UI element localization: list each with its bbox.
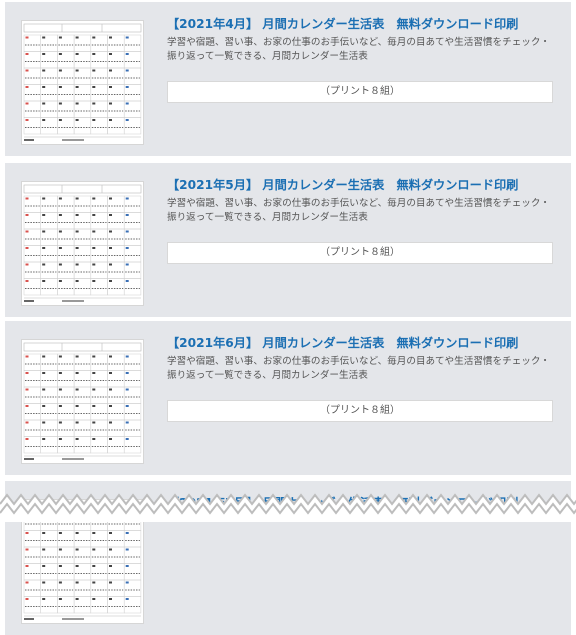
torn-edge-divider: [0, 493, 576, 522]
article-title-link[interactable]: 【2021年6月】 月間カレンダー生活表 無料ダウンロード印刷: [167, 335, 562, 351]
print-set-button[interactable]: （プリント８組）: [167, 400, 553, 422]
calendar-sheet-icon[interactable]: [21, 20, 144, 145]
calendar-sheet-icon[interactable]: [21, 339, 144, 464]
article-card[interactable]: 【2021年6月】 月間カレンダー生活表 無料ダウンロード印刷学習や宿題、習い事…: [5, 321, 571, 475]
article-description: 学習や宿題、習い事、お家の仕事のお手伝いなど、毎月の目あてや生活習慣をチェック・…: [167, 356, 550, 381]
print-set-button[interactable]: （プリント８組）: [167, 242, 553, 264]
article-card[interactable]: 【2021年5月】 月間カレンダー生活表 無料ダウンロード印刷学習や宿題、習い事…: [5, 163, 571, 317]
article-title-link[interactable]: 【2021年5月】 月間カレンダー生活表 無料ダウンロード印刷: [167, 177, 562, 193]
article-card[interactable]: 【2021年4月】 月間カレンダー生活表 無料ダウンロード印刷学習や宿題、習い事…: [5, 2, 571, 156]
print-set-button[interactable]: （プリント８組）: [167, 81, 553, 103]
article-description: 学習や宿題、習い事、お家の仕事のお手伝いなど、毎月の目あてや生活習慣をチェック・…: [167, 198, 550, 223]
calendar-sheet-icon[interactable]: [21, 181, 144, 306]
article-description: 学習や宿題、習い事、お家の仕事のお手伝いなど、毎月の目あてや生活習慣をチェック・…: [167, 37, 550, 62]
article-title-link[interactable]: 【2021年4月】 月間カレンダー生活表 無料ダウンロード印刷: [167, 16, 562, 32]
